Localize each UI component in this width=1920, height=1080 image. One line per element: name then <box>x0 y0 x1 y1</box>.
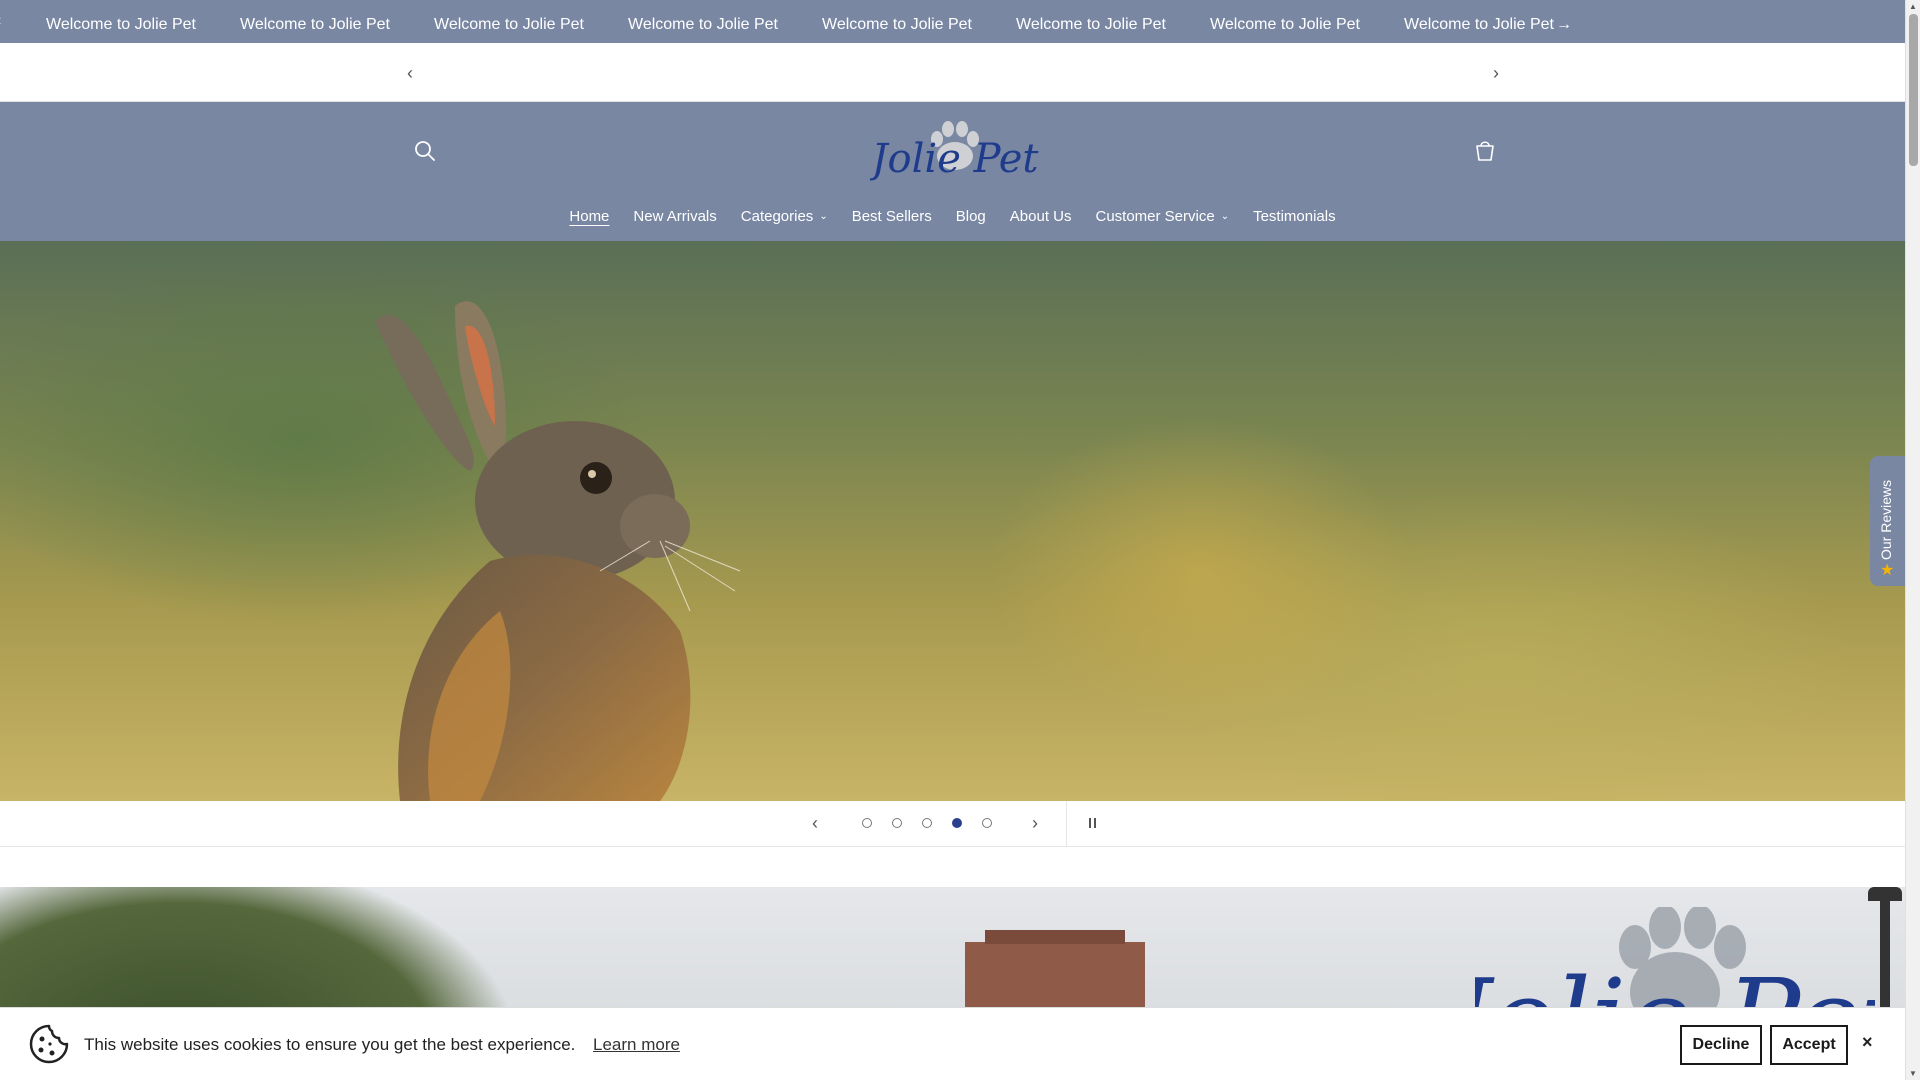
slideshow-controls: ‹ › <box>0 801 1905 847</box>
slide-dot-2[interactable] <box>892 818 902 828</box>
announcement-bar: ‹ › <box>0 43 1905 102</box>
marquee-item: Welcome to Jolie Pet <box>822 16 972 33</box>
nav-home-label: Home <box>569 208 610 225</box>
logo-text: Jolie Pet <box>870 136 1039 182</box>
marquee-item: Welcome to Jolie Pet <box>46 16 196 33</box>
slide-prev-button[interactable]: ‹ <box>812 813 818 834</box>
page-scrollbar[interactable]: ▲ ▼ <box>1905 0 1920 1080</box>
hare-photo <box>375 301 741 801</box>
search-icon[interactable] <box>410 136 440 166</box>
slide-dot-1[interactable] <box>862 818 872 828</box>
cookie-banner: This website uses cookies to ensure you … <box>0 1007 1905 1080</box>
nav-best-sellers[interactable]: Best Sellers <box>840 208 944 225</box>
scroll-up-icon[interactable]: ▲ <box>1909 2 1917 11</box>
pause-icon[interactable] <box>1086 816 1100 830</box>
nav-blog[interactable]: Blog <box>944 208 998 225</box>
main-nav: Home New Arrivals Categories ⌄ Best Selle… <box>0 208 1905 225</box>
announcement-next-button[interactable]: › <box>1486 63 1506 83</box>
star-icon: ★ <box>1880 562 1895 579</box>
scroll-down-icon[interactable]: ▼ <box>1909 1069 1917 1078</box>
cart-icon[interactable] <box>1470 136 1500 166</box>
nav-testimonials-label: Testimonials <box>1253 208 1336 225</box>
cookie-message: This website uses cookies to ensure you … <box>84 1035 576 1054</box>
nav-testimonials[interactable]: Testimonials <box>1241 208 1348 225</box>
slide-dot-3[interactable] <box>922 818 932 828</box>
reviews-tab-label: Our Reviews <box>1878 479 1894 560</box>
slide-next-button[interactable]: › <box>1032 813 1038 834</box>
cookie-icon <box>29 1024 69 1064</box>
nav-customer-service[interactable]: Customer Service ⌄ <box>1083 208 1241 225</box>
hero-slide-image <box>0 241 1905 801</box>
divider <box>1066 801 1067 847</box>
learn-more-link[interactable]: Learn more <box>593 1035 680 1055</box>
arrow-right-icon[interactable]: → <box>1556 16 1572 34</box>
nav-categories-label: Categories <box>740 208 814 225</box>
slide-dots <box>862 818 992 828</box>
marquee-item: Welcome to Jolie Pet <box>434 16 584 33</box>
nav-blog-label: Blog <box>955 208 986 225</box>
nav-about-us[interactable]: About Us <box>998 208 1084 225</box>
chevron-down-icon: ⌄ <box>1220 211 1230 222</box>
nav-categories[interactable]: Categories ⌄ <box>729 208 840 225</box>
marquee-item: Welcome to Jolie Pet <box>1404 16 1554 33</box>
marquee-item: Welcome to Jolie Pet <box>1210 16 1360 33</box>
marquee-bar: ‹ Welcome to Jolie Pet Welcome to Jolie … <box>0 0 1905 43</box>
marquee-item: Welcome to Jolie Pet <box>628 16 778 33</box>
close-icon[interactable]: × <box>1862 1032 1873 1053</box>
nav-best-sellers-label: Best Sellers <box>851 208 932 225</box>
marquee-item: Welcome to Jolie Pet <box>1016 16 1166 33</box>
site-header: Jolie Pet Home New Arrivals Categories ⌄ … <box>0 102 1905 241</box>
nav-new-arrivals[interactable]: New Arrivals <box>621 208 728 225</box>
nav-about-us-label: About Us <box>1009 208 1072 225</box>
reviews-tab[interactable]: Our Reviews ★ <box>1870 456 1905 586</box>
announcement-prev-button[interactable]: ‹ <box>400 63 420 83</box>
nav-home[interactable]: Home <box>557 208 621 225</box>
scrollbar-thumb[interactable] <box>1909 14 1918 166</box>
page: ‹ Welcome to Jolie Pet Welcome to Jolie … <box>0 0 1905 1080</box>
site-logo[interactable]: Jolie Pet <box>870 114 1040 194</box>
slide-dot-4[interactable] <box>952 818 962 828</box>
marquee-item: Welcome to Jolie Pet <box>240 16 390 33</box>
slide-dot-5[interactable] <box>982 818 992 828</box>
chevron-down-icon: ⌄ <box>819 211 828 222</box>
nav-new-arrivals-label: New Arrivals <box>633 208 717 225</box>
marquee-items: Welcome to Jolie Pet Welcome to Jolie Pe… <box>46 16 1572 34</box>
decline-button[interactable]: Decline <box>1680 1025 1762 1065</box>
nav-customer-service-label: Customer Service <box>1095 208 1215 225</box>
accept-button[interactable]: Accept <box>1770 1025 1848 1065</box>
arrow-left-icon: ‹ <box>0 12 1 30</box>
